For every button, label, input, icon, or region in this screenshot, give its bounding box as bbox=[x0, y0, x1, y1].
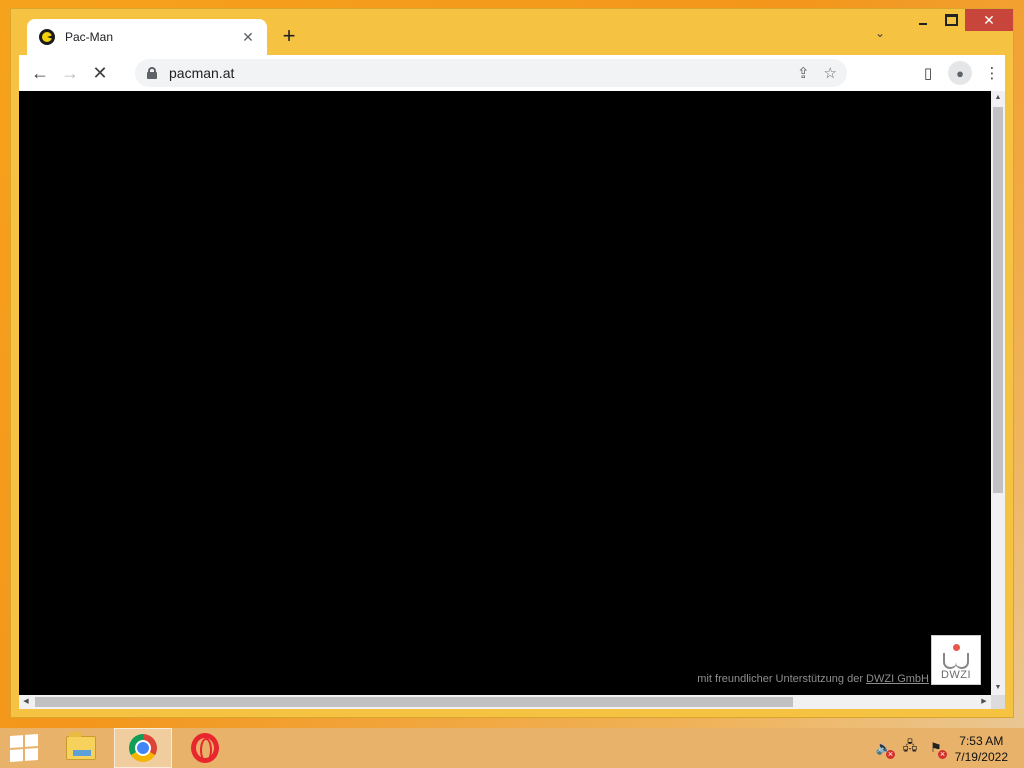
clock-time: 7:53 AM bbox=[959, 734, 1004, 748]
title-bar[interactable]: Pac-Man ✕ + ⌄ ✕ bbox=[11, 9, 1013, 55]
scroll-right-arrow-icon[interactable]: ▶ bbox=[977, 695, 991, 709]
chrome-icon bbox=[129, 734, 157, 762]
window-controls: ✕ bbox=[909, 9, 1013, 33]
minimize-button[interactable] bbox=[909, 9, 937, 31]
close-window-button[interactable]: ✕ bbox=[965, 9, 1013, 31]
logo-arcs-icon bbox=[943, 653, 969, 669]
side-panel-icon[interactable]: ▯ bbox=[915, 58, 941, 88]
bookmark-star-icon[interactable]: ☆ bbox=[824, 64, 837, 82]
logo-dot-icon bbox=[952, 644, 960, 651]
scroll-up-arrow-icon[interactable]: ▲ bbox=[991, 91, 1005, 105]
vertical-scroll-thumb[interactable] bbox=[993, 107, 1003, 493]
vertical-scrollbar[interactable]: ▲ ▼ bbox=[991, 91, 1005, 695]
taskbar-clock[interactable]: 7:53 AM 7/19/2022 bbox=[955, 733, 1008, 765]
dwzi-link[interactable]: DWZI GmbH bbox=[866, 673, 929, 685]
tab-title: Pac-Man bbox=[65, 30, 114, 44]
browser-toolbar: ← → ✕ pacman.at ⇪ ☆ ▯ ● ⋮ bbox=[19, 55, 1005, 91]
browser-window: Pac-Man ✕ + ⌄ ✕ ← → ✕ pacman.at ⇪ ☆ ▯ ● … bbox=[10, 8, 1014, 718]
taskbar: 🔈 × 🖧 ⚑ × 7:53 AM 7/19/2022 bbox=[0, 728, 1024, 768]
logo-text: DWZI bbox=[940, 669, 972, 681]
url-text[interactable]: pacman.at bbox=[169, 65, 797, 81]
menu-icon[interactable]: ⋮ bbox=[979, 58, 1005, 88]
address-bar[interactable]: pacman.at ⇪ ☆ bbox=[135, 59, 847, 87]
chevron-down-icon[interactable]: ⌄ bbox=[875, 26, 885, 40]
credit-text: mit freundlicher Unterstützung der DWZI … bbox=[697, 673, 929, 685]
dwzi-logo[interactable]: DWZI bbox=[931, 635, 981, 685]
system-tray: 🔈 × 🖧 ⚑ × bbox=[876, 738, 947, 759]
new-tab-button[interactable]: + bbox=[277, 23, 301, 49]
maximize-button[interactable] bbox=[937, 9, 965, 31]
start-button[interactable] bbox=[8, 733, 40, 763]
page-content[interactable]: mit freundlicher Unterstützung der DWZI … bbox=[19, 91, 991, 695]
action-center-flag-icon[interactable]: ⚑ × bbox=[928, 740, 947, 759]
tab-close-icon[interactable]: ✕ bbox=[239, 29, 257, 46]
stop-loading-button[interactable]: ✕ bbox=[85, 58, 115, 88]
taskbar-chrome[interactable] bbox=[114, 728, 172, 768]
forward-button[interactable]: → bbox=[55, 58, 85, 88]
lock-icon[interactable] bbox=[147, 67, 157, 79]
back-button[interactable]: ← bbox=[25, 58, 55, 88]
taskbar-file-explorer[interactable] bbox=[52, 728, 110, 768]
share-icon[interactable]: ⇪ bbox=[797, 64, 810, 82]
horizontal-scrollbar[interactable]: ◀ ▶ bbox=[19, 695, 991, 709]
tab-pacman[interactable]: Pac-Man ✕ bbox=[27, 19, 267, 55]
horizontal-scroll-thumb[interactable] bbox=[35, 697, 793, 707]
network-icon[interactable]: 🖧 bbox=[902, 738, 918, 756]
profile-avatar-icon[interactable]: ● bbox=[948, 61, 972, 85]
clock-date: 7/19/2022 bbox=[954, 750, 1008, 764]
scroll-down-arrow-icon[interactable]: ▼ bbox=[991, 681, 1005, 695]
volume-muted-icon[interactable]: 🔈 × bbox=[876, 740, 895, 759]
taskbar-opera[interactable] bbox=[176, 728, 234, 768]
pacman-icon bbox=[39, 29, 55, 45]
scrollbar-corner bbox=[991, 695, 1005, 709]
scroll-left-arrow-icon[interactable]: ◀ bbox=[19, 695, 33, 709]
folder-icon bbox=[66, 732, 96, 760]
opera-icon bbox=[191, 733, 219, 763]
